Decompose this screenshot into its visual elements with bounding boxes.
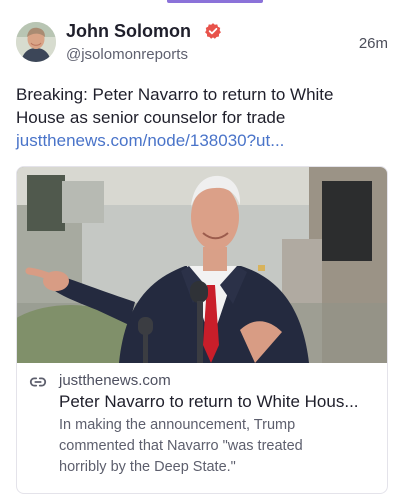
link-title[interactable]: Peter Navarro to return to White Hous... (59, 391, 379, 413)
link-preview-card[interactable]: justthenews.com Peter Navarro to return … (16, 166, 388, 494)
post-body: Breaking: Peter Navarro to return to Whi… (16, 83, 388, 152)
author-handle[interactable]: @jsolomonreports (66, 46, 188, 64)
news-photo[interactable] (17, 167, 387, 363)
link-description-line: horribly by the Deep State." (59, 459, 236, 475)
link-icon (29, 377, 47, 387)
social-post-screen: John Solomon @jsolomonreports 26m Breaki… (0, 0, 404, 500)
author-name[interactable]: John Solomon (66, 20, 191, 42)
person-photo-icon (16, 22, 56, 62)
link-card-meta[interactable]: justthenews.com Peter Navarro to return … (17, 363, 387, 493)
news-photo-icon (17, 167, 387, 363)
post-header: John Solomon @jsolomonreports 26m (16, 20, 388, 70)
link-description-line: commented that Navarro "was treated (59, 438, 303, 454)
active-tab-indicator (167, 0, 263, 3)
author-avatar[interactable] (16, 22, 56, 62)
post-link[interactable]: justthenews.com/node/138030?ut... (16, 129, 388, 152)
post-timestamp[interactable]: 26m (359, 35, 388, 53)
link-description: In making the announcement, Trump commen… (59, 415, 379, 478)
link-domain[interactable]: justthenews.com (59, 371, 171, 391)
verified-badge-icon (205, 23, 221, 39)
link-description-line: In making the announcement, Trump (59, 417, 296, 433)
post-text-line: Breaking: Peter Navarro to return to Whi… (16, 85, 334, 104)
post-text-line: House as senior counselor for trade (16, 108, 286, 127)
